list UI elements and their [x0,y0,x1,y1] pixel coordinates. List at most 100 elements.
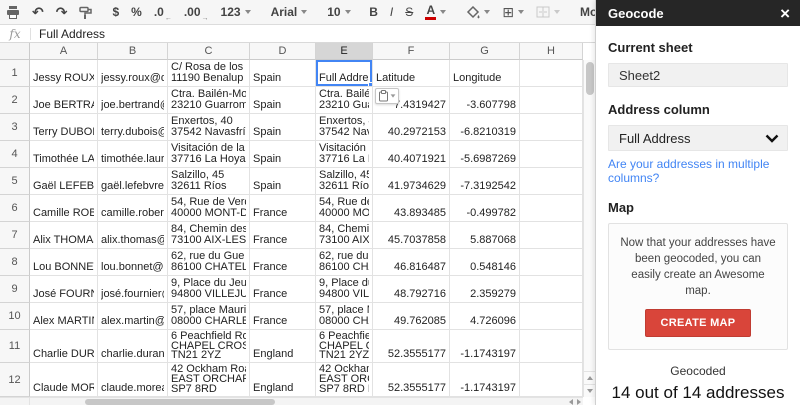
cell-c6[interactable]: 54, Rue de Verdu40000 MONT-DE [168,195,250,222]
cell-g7[interactable]: 5.887068 [450,222,520,249]
cell-a8[interactable]: Lou BONNET [30,249,98,276]
formula-bar[interactable]: fx Full Address [0,25,595,43]
cell-g6[interactable]: -0.499782 [450,195,520,222]
cell-h4[interactable] [520,141,583,168]
cell-e11[interactable]: 6 Peachfield RoaCHAPEL CROSSTN21 2YZ Eng… [316,330,373,363]
cell-f12[interactable]: 52.3555177 [373,363,450,397]
print-icon[interactable] [0,2,26,22]
cell-e3[interactable]: Enxertos, 4037542 Navasfría [316,114,373,141]
cell-f3[interactable]: 40.2972153 [373,114,450,141]
row-header-10[interactable]: 10 [0,303,30,330]
cell-d7[interactable]: France [250,222,316,249]
cell-a12[interactable]: Claude MOREAU [30,363,98,397]
cell-h2[interactable] [520,87,583,114]
vertical-scrollbar[interactable] [583,60,595,397]
cell-c5[interactable]: Salzillo, 4532611 Ríos [168,168,250,195]
cell-g4[interactable]: -5.6987269 [450,141,520,168]
undo-icon[interactable]: ↶ [26,2,50,22]
cell-d1[interactable]: Spain [250,60,316,87]
col-header-d[interactable]: D [250,43,316,60]
cell-f10[interactable]: 49.762085 [373,303,450,330]
cell-b11[interactable]: charlie.durand@ [98,330,168,363]
cell-e9[interactable]: 9, Place du Jeu d94800 VILLEJUI [316,276,373,303]
cell-b3[interactable]: terry.dubois@de [98,114,168,141]
cell-g2[interactable]: -3.607798 [450,87,520,114]
scroll-right-button[interactable] [577,399,581,405]
cell-d2[interactable]: Spain [250,87,316,114]
cell-d4[interactable]: Spain [250,141,316,168]
col-header-c[interactable]: C [168,43,250,60]
cell-c4[interactable]: Visitación de la E37716 La Hoya [168,141,250,168]
italic-button[interactable]: I [384,2,399,22]
merge-cells-button[interactable] [530,2,566,22]
cell-h6[interactable] [520,195,583,222]
cell-a7[interactable]: Alix THOMAS [30,222,98,249]
col-header-a[interactable]: A [30,43,98,60]
cell-d10[interactable]: France [250,303,316,330]
cell-e6[interactable]: 54, Rue de Verdu40000 MONT-DE [316,195,373,222]
cell-d9[interactable]: France [250,276,316,303]
cell-a2[interactable]: Joe BERTRAND [30,87,98,114]
cell-f7[interactable]: 45.7037858 [373,222,450,249]
row-header-1[interactable]: 1 [0,60,30,87]
cell-d12[interactable]: England [250,363,316,397]
increase-decimal-button[interactable]: .00→ [178,2,215,22]
cell-g9[interactable]: 2.359279 [450,276,520,303]
row-header-5[interactable]: 5 [0,168,30,195]
cell-c1[interactable]: C/ Rosa de los V11190 Benalup [168,60,250,87]
cell-b12[interactable]: claude.moreau@ [98,363,168,397]
cell-g8[interactable]: 0.548146 [450,249,520,276]
cell-d6[interactable]: France [250,195,316,222]
row-header-12[interactable]: 12 [0,363,30,397]
cell-c7[interactable]: 84, Chemin des I73100 AIX-LES-E [168,222,250,249]
cell-g12[interactable]: -1.1743197 [450,363,520,397]
cell-h3[interactable] [520,114,583,141]
cell-h7[interactable] [520,222,583,249]
scroll-down-button[interactable] [584,384,595,397]
redo-icon[interactable]: ↷ [50,2,74,22]
row-header-8[interactable]: 8 [0,249,30,276]
grid-corner[interactable] [0,43,30,60]
multiple-columns-link[interactable]: Are your addresses in multiple columns? [608,157,788,185]
cell-b1[interactable]: jessy.roux@dem [98,60,168,87]
cell-h5[interactable] [520,168,583,195]
cell-d8[interactable]: France [250,249,316,276]
cell-h10[interactable] [520,303,583,330]
cell-h8[interactable] [520,249,583,276]
address-column-select[interactable]: Full Address [608,125,788,151]
cell-b9[interactable]: josé.fournier@de [98,276,168,303]
cell-b5[interactable]: gaël.lefebvre@d [98,168,168,195]
font-family-select[interactable]: Arial [265,2,314,22]
cell-d5[interactable]: Spain [250,168,316,195]
cell-f6[interactable]: 43.893485 [373,195,450,222]
cell-h9[interactable] [520,276,583,303]
cell-e12[interactable]: 42 Ockham RoaEAST ORCHARISP7 8RD Englar [316,363,373,397]
cell-e7[interactable]: 84, Chemin des I73100 AIX-LES-I [316,222,373,249]
col-header-e[interactable]: E [316,43,373,60]
col-header-g[interactable]: G [450,43,520,60]
cell-b8[interactable]: lou.bonnet@dem [98,249,168,276]
row-header-2[interactable]: 2 [0,87,30,114]
cell-a5[interactable]: Gaël LEFEBVRE [30,168,98,195]
decrease-decimal-button[interactable]: .0← [148,2,178,22]
row-header-3[interactable]: 3 [0,114,30,141]
scroll-up-button[interactable] [584,371,595,384]
cell-b10[interactable]: alex.martin@der [98,303,168,330]
cell-a3[interactable]: Terry DUBOIS [30,114,98,141]
cell-e5[interactable]: Salzillo, 4532611 Ríos Spai [316,168,373,195]
cell-e10[interactable]: 57, place Mauric08000 CHARLEV [316,303,373,330]
cell-a1[interactable]: Jessy ROUX [30,60,98,87]
cell-e4[interactable]: Visitación de la E37716 La Hoya S [316,141,373,168]
row-header-6[interactable]: 6 [0,195,30,222]
col-header-h[interactable]: H [520,43,583,60]
create-map-button[interactable]: CREATE MAP [645,309,752,337]
cell-f1[interactable]: Latitude [373,60,450,87]
row-header-4[interactable]: 4 [0,141,30,168]
cell-b2[interactable]: joe.bertrand@de [98,87,168,114]
cell-h1[interactable] [520,60,583,87]
scroll-left-button[interactable] [569,399,573,405]
cell-a11[interactable]: Charlie DURAND [30,330,98,363]
format-currency-button[interactable]: $ [106,2,125,22]
cell-c3[interactable]: Enxertos, 4037542 Navasfría [168,114,250,141]
text-color-button[interactable]: A [419,2,452,22]
